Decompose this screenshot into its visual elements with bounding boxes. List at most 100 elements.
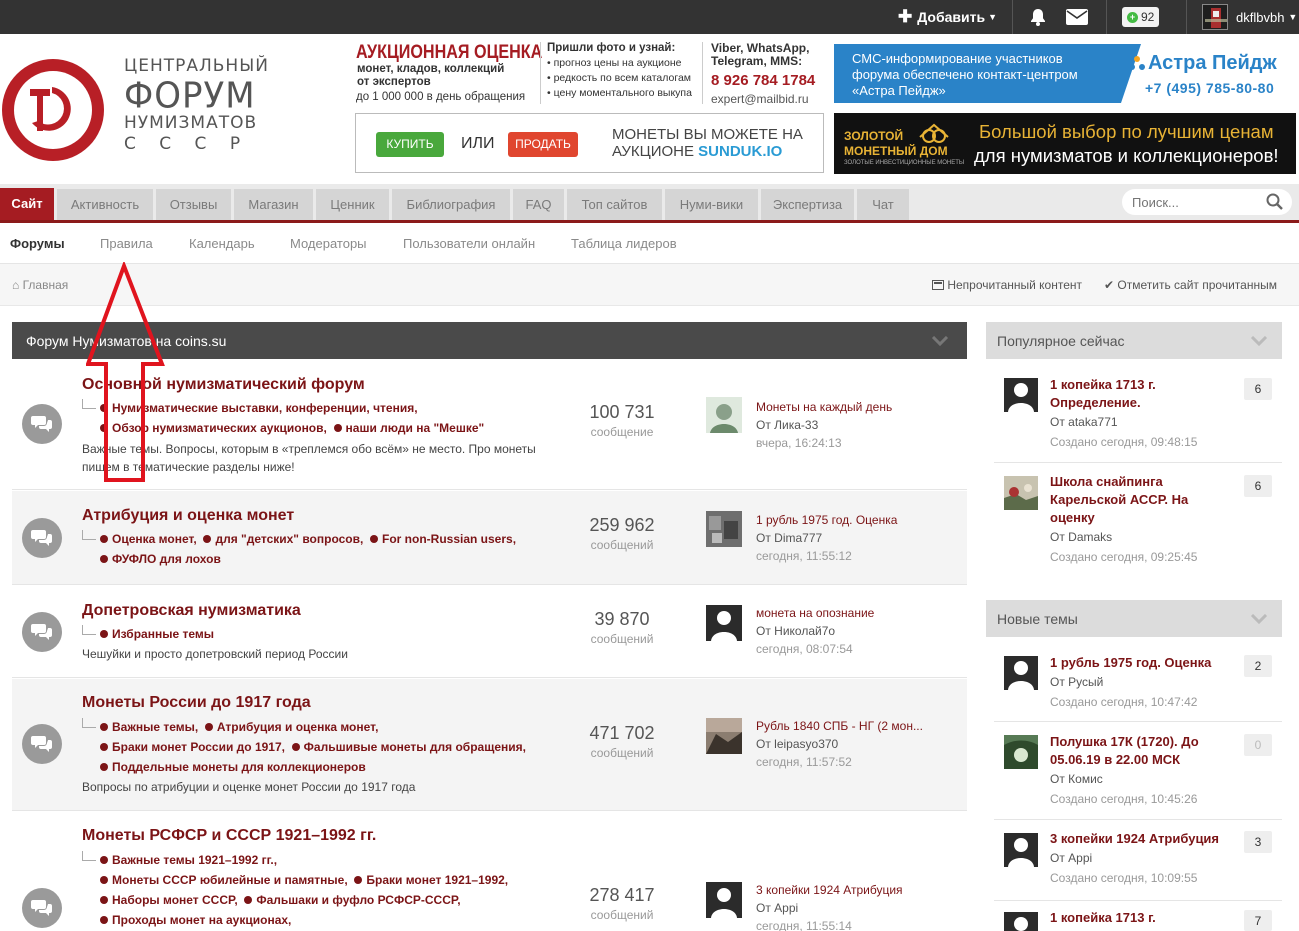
last-poster-avatar[interactable] — [706, 511, 742, 547]
tab-expertise[interactable]: Экспертиза — [761, 189, 855, 220]
last-post-title[interactable]: Рубль 1840 СПБ - НГ (2 мон... — [756, 717, 956, 735]
author-avatar[interactable] — [1004, 735, 1038, 769]
last-poster-avatar[interactable] — [706, 718, 742, 754]
subforum-list: Избранные темы — [82, 624, 214, 644]
author-avatar[interactable] — [1004, 656, 1038, 690]
subnav-moderators[interactable]: Модераторы — [290, 236, 367, 251]
mark-site-read-link[interactable]: ✔ Отметить сайт прочитанным — [1104, 278, 1277, 292]
subforum-link[interactable]: Проходы монет на аукционах, — [112, 913, 291, 927]
subnav-leaderboard[interactable]: Таблица лидеров — [571, 236, 677, 251]
reply-count: 0 — [1244, 734, 1272, 756]
unread-icon — [932, 280, 944, 290]
add-content-button[interactable]: ✚ Добавить ▼ — [898, 0, 997, 34]
tab-bibliography[interactable]: Библиография — [392, 189, 511, 220]
forum-title[interactable]: Монеты РСФСР и СССР 1921–1992 гг. — [82, 827, 376, 845]
breadcrumb: ⌂ Главная Непрочитанный контент ✔ Отмети… — [0, 264, 1299, 306]
buy-button[interactable]: КУПИТЬ — [376, 132, 444, 157]
subforum-link[interactable]: Поддельные монеты для коллекционеров — [112, 760, 366, 774]
subnav-online-users[interactable]: Пользователи онлайн — [403, 236, 535, 251]
forum-row: Монеты России до 1917 года Важные темы, … — [12, 679, 967, 811]
subforum-link[interactable]: Наборы монет СССР, — [112, 893, 238, 907]
last-post-title[interactable]: 1 рубль 1975 год. Оценка — [756, 511, 956, 529]
logo-text[interactable]: ЦЕНТРАЛЬНЫЙ ФОРУМ НУМИЗМАТОВ С С С Р — [124, 58, 269, 153]
search-input[interactable] — [1132, 194, 1262, 210]
author-avatar[interactable] — [1004, 912, 1038, 931]
search-icon[interactable] — [1266, 193, 1284, 211]
tab-top-sites[interactable]: Топ сайтов — [567, 189, 663, 220]
breadcrumb-home[interactable]: ⌂ Главная — [12, 278, 68, 292]
ad-banner-astra-page[interactable]: СМС-информирование участников форума обес… — [834, 44, 1296, 103]
new-topic-item: 1 рубль 1975 год. Оценка От Русый Создан… — [994, 644, 1282, 722]
messages-button[interactable] — [1066, 0, 1088, 34]
tab-faq[interactable]: FAQ — [513, 189, 565, 220]
ad-banner-sunduk: КУПИТЬ ИЛИ ПРОДАТЬ МОНЕТЫ ВЫ МОЖЕТЕ НА АУ… — [355, 113, 824, 173]
forum-row: Основной нумизматический форум Нумизмати… — [12, 359, 967, 490]
astra-logo-icon — [1129, 56, 1145, 70]
topic-title[interactable]: 1 копейка 1713 г. Определение. — [1050, 376, 1230, 412]
topic-title[interactable]: Школа снайпинга Карельской АССР. На оценку — [1050, 473, 1230, 527]
subnav-forums[interactable]: Форумы — [10, 236, 65, 251]
subforum-link[interactable]: ФУФЛО для лохов — [112, 552, 221, 566]
forum-title[interactable]: Монеты России до 1917 года — [82, 694, 311, 712]
subnav-rules[interactable]: Правила — [100, 236, 153, 251]
logo-emblem[interactable] — [2, 59, 104, 161]
last-poster-avatar[interactable] — [706, 605, 742, 641]
subforum-link[interactable]: Браки монет 1921–1992, — [366, 873, 508, 887]
subforum-link[interactable]: для "детских" вопросов, — [215, 532, 363, 546]
topic-title[interactable]: Полушка 17К (1720). До 05.06.19 в 22.00 М… — [1050, 733, 1230, 769]
subforum-link[interactable]: Браки монет России до 1917, — [112, 740, 285, 754]
tab-shop[interactable]: Магазин — [234, 189, 314, 220]
subforum-link[interactable]: Атрибуция и оценка монет, — [217, 720, 379, 734]
last-post-title[interactable]: 3 копейки 1924 Атрибуция — [756, 881, 956, 899]
chevron-down-icon[interactable] — [1250, 336, 1268, 346]
subforum-link[interactable]: Важные темы 1921–1992 гг., — [112, 853, 277, 867]
topic-title[interactable]: 1 копейка 1713 г. — [1050, 909, 1230, 927]
tab-numi-wiki[interactable]: Нуми-вики — [665, 189, 759, 220]
subforum-link[interactable]: Оценка монет, — [112, 532, 197, 546]
tab-reviews[interactable]: Отзывы — [156, 189, 232, 220]
author-avatar[interactable] — [1004, 476, 1038, 510]
subforum-link[interactable]: наши люди на "Мешке" — [346, 421, 485, 435]
reputation-badge[interactable]: +92 — [1122, 0, 1160, 34]
subforum-link[interactable]: Монеты СССР юбилейные и памятные, — [112, 873, 348, 887]
plus-icon: ✚ — [898, 7, 913, 26]
subforum-link[interactable]: For non-Russian users, — [382, 532, 516, 546]
last-poster-avatar[interactable] — [706, 882, 742, 918]
subnav-calendar[interactable]: Календарь — [189, 236, 255, 251]
chevron-down-icon[interactable] — [931, 336, 949, 346]
subforum-link[interactable]: Фальшаки и фуфло РСФСР-СССР, — [256, 893, 460, 907]
last-post-title[interactable]: Монеты на каждый день — [756, 398, 956, 416]
forum-status-icon — [22, 612, 62, 652]
sunduk-link[interactable]: МОНЕТЫ ВЫ МОЖЕТЕ НА АУКЦИОНЕ SUNDUK.IO — [612, 126, 803, 160]
topic-title[interactable]: 3 копейки 1924 Атрибуция — [1050, 830, 1230, 848]
subforum-link[interactable]: Обзор нумизматических аукционов, — [112, 421, 327, 435]
ad-banner-auction-appraisal[interactable]: АУКЦИОННАЯ ОЦЕНКА монет, кладов, коллекц… — [354, 42, 824, 107]
forum-description: Важные темы. Вопросы, которым в «треплем… — [82, 442, 536, 474]
tab-chat[interactable]: Чат — [857, 189, 910, 220]
author-avatar[interactable] — [1004, 378, 1038, 412]
notifications-button[interactable] — [1028, 0, 1048, 34]
forum-title[interactable]: Основной нумизматический форум — [82, 376, 365, 394]
author-avatar[interactable] — [1004, 833, 1038, 867]
tab-price-list[interactable]: Ценник — [316, 189, 390, 220]
subforum-link[interactable]: Важные темы, — [112, 720, 198, 734]
last-poster-avatar[interactable] — [706, 397, 742, 433]
subforum-link[interactable]: Фальшивые монеты для обращения, — [304, 740, 526, 754]
tab-activity[interactable]: Активность — [57, 189, 154, 220]
last-post-title[interactable]: монета на опознание — [756, 604, 956, 622]
forum-title[interactable]: Атрибуция и оценка монет — [82, 507, 294, 525]
topic-title[interactable]: 1 рубль 1975 год. Оценка — [1050, 654, 1230, 672]
new-topic-item: 1 копейка 1713 г. 7 — [994, 902, 1282, 931]
popular-topic-item: 1 копейка 1713 г. Определение. От ataka77… — [994, 366, 1282, 463]
sub-navigation: Форумы Правила Календарь Модераторы Поль… — [0, 224, 1299, 264]
user-menu[interactable]: dkflbvbh ▼ — [1202, 0, 1297, 34]
unread-content-link[interactable]: Непрочитанный контент — [932, 278, 1082, 292]
forum-title[interactable]: Допетровская нумизматика — [82, 602, 301, 620]
envelope-icon — [1066, 9, 1088, 25]
sell-button[interactable]: ПРОДАТЬ — [508, 132, 578, 157]
tab-site[interactable]: Сайт — [0, 188, 55, 220]
ad-banner-gold-mint[interactable]: ЗОЛОТОЙ МОНЕТНЫЙ ДОМ ЗОЛОТЫЕ ИНВЕСТИЦИОННЫ… — [834, 113, 1296, 174]
chevron-down-icon[interactable] — [1250, 614, 1268, 624]
subforum-link[interactable]: Нумизматические выставки, конференции, ч… — [112, 401, 418, 415]
subforum-link[interactable]: Избранные темы — [112, 627, 214, 641]
